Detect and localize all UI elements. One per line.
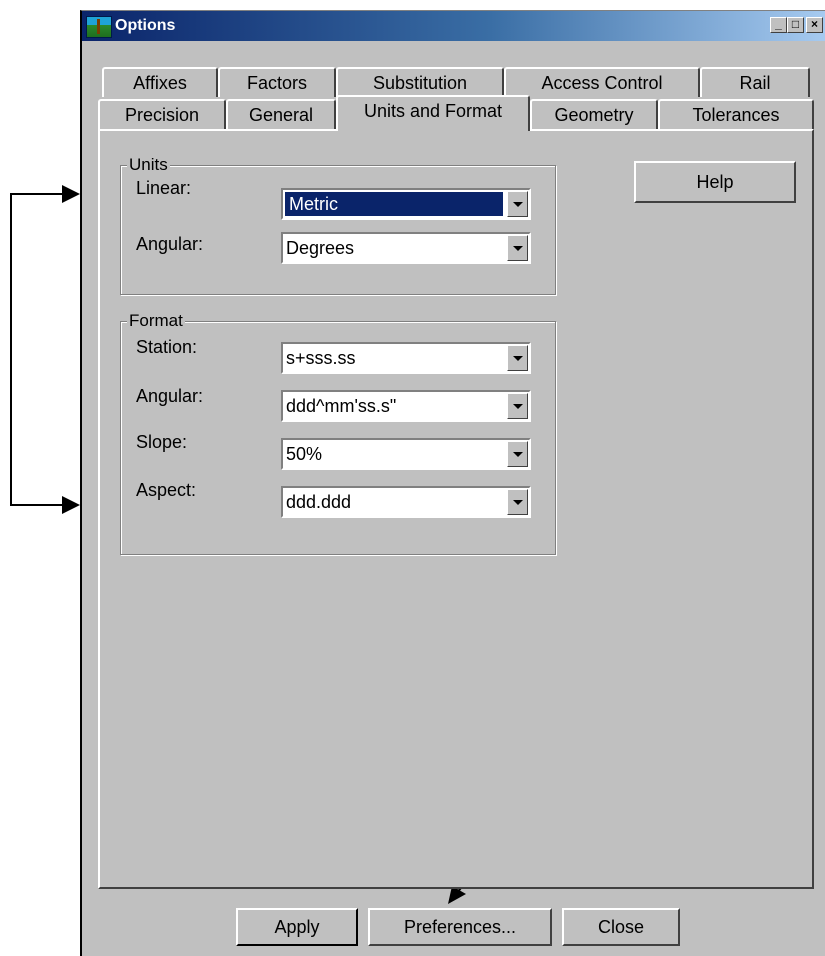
- tab-panel-units-and-format: Units Linear: Metric Angular: Degrees Fo…: [98, 129, 814, 889]
- slope-value: 50%: [286, 444, 323, 464]
- app-icon: [86, 16, 112, 38]
- chevron-down-icon[interactable]: [507, 235, 528, 261]
- linear-select[interactable]: Metric: [281, 188, 531, 220]
- angular-format-value: ddd^mm'ss.s": [286, 396, 397, 416]
- annotation-bracket-vertical: [10, 193, 12, 506]
- units-group: Units Linear: Metric Angular: Degrees: [120, 155, 556, 295]
- tab-precision[interactable]: Precision: [98, 99, 226, 129]
- chevron-down-icon[interactable]: [507, 191, 528, 217]
- tab-units-and-format[interactable]: Units and Format: [336, 95, 530, 131]
- chevron-down-icon[interactable]: [507, 441, 528, 467]
- close-icon[interactable]: ×: [806, 17, 823, 33]
- annotation-arrow-aspect: [62, 496, 80, 514]
- title-bar[interactable]: Options _ □ ×: [82, 11, 825, 41]
- annotation-bracket-top: [10, 193, 65, 195]
- tab-factors[interactable]: Factors: [218, 67, 336, 97]
- minimize-button[interactable]: _: [770, 17, 787, 33]
- aspect-select[interactable]: ddd.ddd: [281, 486, 531, 518]
- annotation-bracket-bottom: [10, 504, 65, 506]
- chevron-down-icon[interactable]: [507, 393, 528, 419]
- slope-label: Slope:: [136, 432, 188, 452]
- linear-label: Linear:: [136, 178, 192, 198]
- angular-format-select[interactable]: ddd^mm'ss.s": [281, 390, 531, 422]
- tab-rail[interactable]: Rail: [700, 67, 810, 97]
- angular-units-value: Degrees: [286, 238, 355, 258]
- preferences-button[interactable]: Preferences...: [368, 908, 552, 946]
- chevron-down-icon[interactable]: [507, 489, 528, 515]
- station-label: Station:: [136, 337, 198, 357]
- tab-affixes[interactable]: Affixes: [102, 67, 218, 97]
- format-group-label: Format: [127, 311, 185, 331]
- station-value: s+sss.ss: [286, 348, 356, 368]
- tab-substitution[interactable]: Substitution: [336, 67, 504, 97]
- tab-geometry[interactable]: Geometry: [530, 99, 658, 129]
- tab-access-control[interactable]: Access Control: [504, 67, 700, 97]
- aspect-label: Aspect:: [136, 480, 197, 500]
- aspect-value: ddd.ddd: [286, 492, 352, 512]
- maximize-button[interactable]: □: [787, 17, 804, 33]
- annotation-arrow-linear: [62, 185, 80, 203]
- close-button[interactable]: Close: [562, 908, 680, 946]
- units-group-label: Units: [127, 155, 170, 175]
- options-dialog: Options _ □ × Affixes Factors Substituti…: [80, 10, 825, 956]
- tab-general[interactable]: General: [226, 99, 336, 129]
- format-group: Format Station: s+sss.ss Angular: ddd^mm…: [120, 311, 556, 555]
- tab-tolerances[interactable]: Tolerances: [658, 99, 814, 129]
- apply-button[interactable]: Apply: [236, 908, 358, 946]
- help-button[interactable]: Help: [634, 161, 796, 203]
- window-title: Options: [115, 17, 176, 34]
- angular-label: Angular:: [136, 234, 204, 254]
- angular-units-select[interactable]: Degrees: [281, 232, 531, 264]
- angular-format-label: Angular:: [136, 386, 204, 406]
- slope-select[interactable]: 50%: [281, 438, 531, 470]
- linear-value: Metric: [285, 192, 503, 216]
- station-select[interactable]: s+sss.ss: [281, 342, 531, 374]
- chevron-down-icon[interactable]: [507, 345, 528, 371]
